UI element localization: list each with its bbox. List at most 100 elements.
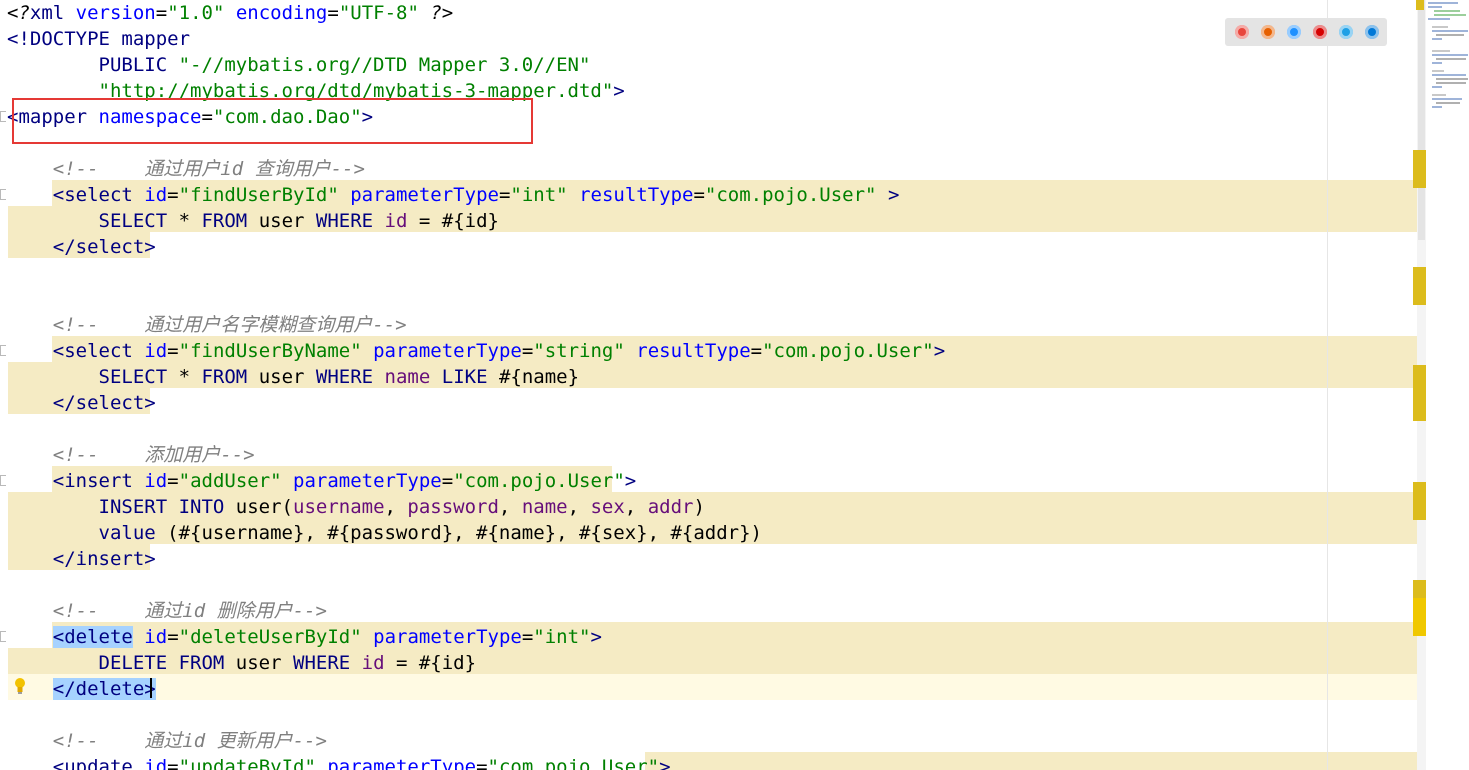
code-token: "int" [510, 184, 568, 206]
fold-marker[interactable] [0, 475, 6, 486]
edge-icon[interactable] [1365, 25, 1379, 39]
code-line[interactable]: SELECT * FROM user WHERE name LIKE #{nam… [7, 364, 580, 390]
code-token: = [498, 184, 511, 206]
code-token: addr [647, 496, 694, 518]
code-token: FROM [201, 366, 248, 388]
error-stripe-marker[interactable] [1413, 598, 1426, 636]
code-line[interactable]: <select id="findUserById" parameterType=… [7, 182, 900, 208]
code-token: <!-- 添加用户--> [7, 444, 255, 466]
code-line[interactable]: <select id="findUserByName" parameterTyp… [7, 338, 945, 364]
code-line[interactable]: value (#{username}, #{password}, #{name}… [7, 520, 762, 546]
code-line[interactable]: INSERT INTO user(username, password, nam… [7, 494, 705, 520]
code-token: <update [7, 756, 145, 770]
code-token: password [407, 496, 499, 518]
code-token: = [327, 2, 339, 24]
code-token: <insert [7, 470, 145, 492]
code-token: <!-- 通过id 删除用户--> [7, 600, 327, 622]
chrome-icon[interactable] [1235, 25, 1249, 39]
code-token: * [167, 210, 202, 232]
firefox-icon[interactable] [1261, 25, 1275, 39]
code-line[interactable]: <!-- 通过用户名字模糊查询用户--> [7, 312, 407, 338]
code-line[interactable]: </select> [7, 234, 156, 260]
code-editor[interactable]: <?xml version="1.0" encoding="UTF-8" ?> <… [0, 0, 1469, 770]
fold-marker[interactable] [0, 189, 6, 200]
error-stripe-marker[interactable] [1413, 267, 1426, 305]
code-line[interactable]: <delete id="deleteUserById" parameterTyp… [7, 624, 602, 650]
code-token: = [167, 340, 179, 362]
code-token: <!-- 通过id 更新用户--> [7, 730, 327, 752]
code-line[interactable]: <?xml version="1.0" encoding="UTF-8" ?> [7, 0, 453, 26]
code-line[interactable]: <!-- 通过用户id 查询用户--> [7, 156, 365, 182]
annotation-highlight-box [12, 98, 533, 144]
code-token: <!-- 通过用户名字模糊查询用户--> [7, 314, 407, 336]
code-token: = [167, 756, 179, 770]
code-token: "updateById" [178, 756, 316, 770]
code-token: username [293, 496, 385, 518]
code-line[interactable]: <!-- 通过id 更新用户--> [7, 728, 327, 754]
code-token: , [384, 496, 408, 518]
code-line[interactable]: <!-- 添加用户--> [7, 442, 255, 468]
code-token: sex [590, 496, 625, 518]
ie-icon[interactable] [1339, 25, 1353, 39]
code-line[interactable]: PUBLIC "-//mybatis.org//DTD Mapper 3.0//… [7, 52, 591, 78]
error-stripe-marker[interactable] [1413, 580, 1426, 598]
code-token: user [247, 366, 316, 388]
code-token: id [144, 184, 168, 206]
code-line[interactable]: <!DOCTYPE mapper [7, 26, 190, 52]
caret-line-highlight [8, 674, 1426, 700]
code-token: id [361, 652, 385, 674]
error-stripe-marker[interactable] [1413, 150, 1426, 188]
code-line[interactable]: </delete> [7, 676, 156, 702]
lightbulb-icon[interactable] [14, 677, 26, 695]
fold-marker[interactable] [0, 345, 6, 356]
code-token: > [590, 626, 602, 648]
code-token: <!DOCTYPE mapper [7, 28, 191, 50]
code-token: "com.pojo.User" [762, 340, 934, 362]
code-token: ?> [418, 2, 454, 24]
error-stripe-marker[interactable] [1413, 365, 1426, 421]
code-line[interactable]: DELETE FROM user WHERE id = #{id} [7, 650, 477, 676]
code-token: parameterType [373, 340, 522, 362]
code-line[interactable]: <!-- 通过id 删除用户--> [7, 598, 327, 624]
fold-marker[interactable] [0, 631, 6, 642]
code-line[interactable]: </select> [7, 390, 156, 416]
fold-marker[interactable] [0, 111, 6, 122]
code-line[interactable]: <update id="updateById" parameterType="c… [7, 754, 671, 770]
code-token: DELETE FROM [98, 652, 225, 674]
code-token: <!-- 通过用户id 查询用户--> [7, 158, 365, 180]
code-token: WHERE [315, 210, 374, 232]
code-token: </delete> [52, 678, 156, 700]
code-token: parameterType [350, 184, 499, 206]
opera-icon[interactable] [1313, 25, 1327, 39]
code-token: SELECT [98, 366, 168, 388]
code-line[interactable]: <insert id="addUser" parameterType="com.… [7, 468, 637, 494]
error-stripe-marker[interactable] [1416, 0, 1424, 10]
code-token: = [693, 184, 705, 206]
code-line[interactable]: </insert> [7, 546, 156, 572]
code-token: = [167, 626, 179, 648]
code-token: version [75, 2, 156, 24]
minimap[interactable] [1426, 0, 1469, 120]
code-token: resultType [636, 340, 751, 362]
code-token: value [98, 522, 156, 544]
code-token: = #{id} [407, 210, 499, 232]
code-token: name [521, 496, 568, 518]
code-token: </insert> [7, 548, 156, 570]
code-token: parameterType [293, 470, 442, 492]
scrollbar-thumb[interactable] [1418, 0, 1425, 240]
safari-icon[interactable] [1287, 25, 1301, 39]
code-token: = [167, 470, 179, 492]
code-token: = [750, 340, 763, 362]
error-stripe-marker[interactable] [1413, 482, 1426, 520]
code-line[interactable]: SELECT * FROM user WHERE id = #{id} [7, 208, 499, 234]
code-token: "UTF-8" [338, 2, 419, 24]
code-token: "com.pojo.User" [704, 184, 877, 206]
